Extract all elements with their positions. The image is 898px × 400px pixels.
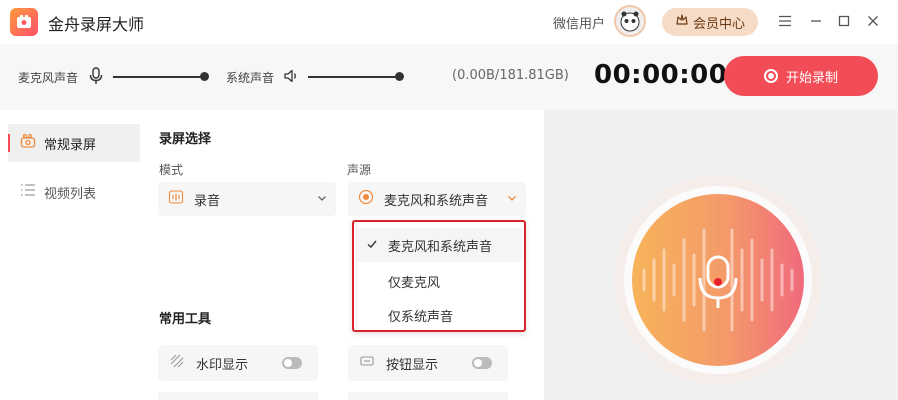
disk-usage: (0.00B/181.81GB) — [452, 68, 569, 83]
source-dropdown-menu: 麦克风和系统声音 仅麦克风 仅系统声音 — [352, 220, 526, 332]
chevron-down-icon — [316, 192, 328, 208]
mic-icon[interactable] — [88, 66, 104, 86]
watermark-toggle-row[interactable]: 水印显示 — [158, 345, 318, 381]
title-bar: 金舟录屏大师 微信用户 会员中心 — [0, 0, 898, 44]
speaker-icon[interactable] — [283, 66, 299, 86]
system-sound-label: 系统声音 — [226, 71, 275, 85]
crown-icon — [675, 13, 689, 31]
button-display-label: 按钮显示 — [386, 357, 439, 373]
minimize-icon[interactable] — [805, 10, 827, 32]
tool-row-partial — [158, 392, 318, 400]
button-display-toggle[interactable] — [472, 357, 492, 369]
list-icon — [20, 183, 36, 201]
section-title-tools: 常用工具 — [159, 312, 212, 327]
mode-select[interactable]: 录音 — [158, 182, 336, 216]
button-icon — [360, 354, 374, 372]
audio-mode-icon — [168, 189, 184, 209]
audio-preview-panel — [544, 110, 898, 400]
mic-volume-slider[interactable] — [113, 76, 205, 78]
sidebar-item-regular-record[interactable]: 常规录屏 — [8, 124, 140, 162]
start-record-label: 开始录制 — [785, 70, 838, 86]
record-icon — [763, 69, 778, 83]
watermark-toggle[interactable] — [282, 357, 302, 369]
mic-volume-knob[interactable] — [200, 72, 209, 81]
vip-center-button[interactable]: 会员中心 — [662, 8, 758, 36]
settings-panel: 录屏选择 模式 录音 声源 麦克风和系统声音 麦克风和系统声音 仅麦克风 仅系统… — [146, 110, 542, 400]
source-label: 声源 — [347, 163, 372, 177]
app-logo-icon — [10, 8, 38, 36]
sidebar-item-label: 视频列表 — [44, 186, 97, 202]
source-option-label: 仅麦克风 — [388, 275, 441, 291]
menu-icon[interactable] — [774, 10, 796, 32]
mic-label: 麦克风声音 — [18, 71, 79, 85]
camera-icon — [20, 133, 36, 153]
close-icon[interactable] — [862, 10, 884, 32]
source-option-label: 仅系统声音 — [388, 309, 454, 325]
watermark-label: 水印显示 — [196, 357, 249, 373]
watermark-icon — [170, 354, 184, 372]
sidebar-item-label: 常规录屏 — [44, 137, 97, 153]
source-value: 麦克风和系统声音 — [384, 193, 489, 209]
check-icon — [366, 238, 378, 254]
section-title-record: 录屏选择 — [159, 132, 212, 147]
source-icon — [358, 189, 374, 209]
user-name[interactable]: 微信用户 — [553, 13, 605, 32]
app-title: 金舟录屏大师 — [48, 15, 145, 34]
source-select[interactable]: 麦克风和系统声音 — [348, 182, 526, 216]
mode-label: 模式 — [159, 163, 184, 177]
start-record-button[interactable]: 开始录制 — [724, 56, 878, 96]
toolbar: 麦克风声音 系统声音 (0.00B/181.81GB) 00:00:00 开始录… — [0, 44, 898, 110]
system-volume-knob[interactable] — [395, 72, 404, 81]
audio-visual — [614, 176, 822, 384]
sidebar-item-video-list[interactable]: 视频列表 — [8, 173, 140, 211]
button-display-toggle-row[interactable]: 按钮显示 — [348, 345, 508, 381]
vip-center-label: 会员中心 — [692, 16, 745, 32]
source-option-label: 麦克风和系统声音 — [388, 239, 493, 255]
tool-row-partial — [348, 392, 508, 400]
sidebar: 常规录屏 视频列表 — [0, 110, 146, 400]
maximize-icon[interactable] — [833, 10, 855, 32]
avatar[interactable] — [614, 5, 646, 37]
record-timer: 00:00:00 — [594, 60, 728, 90]
chevron-down-icon — [506, 192, 518, 208]
source-option-system-only[interactable]: 仅系统声音 — [356, 298, 522, 332]
mode-value: 录音 — [194, 193, 221, 209]
app-window: 金舟录屏大师 微信用户 会员中心 麦克风声音 系统声音 (0.00B/181.8… — [0, 0, 898, 400]
system-volume-slider[interactable] — [308, 76, 400, 78]
source-option-mic-only[interactable]: 仅麦克风 — [356, 264, 522, 298]
source-option-mic-and-system[interactable]: 麦克风和系统声音 — [356, 228, 522, 262]
